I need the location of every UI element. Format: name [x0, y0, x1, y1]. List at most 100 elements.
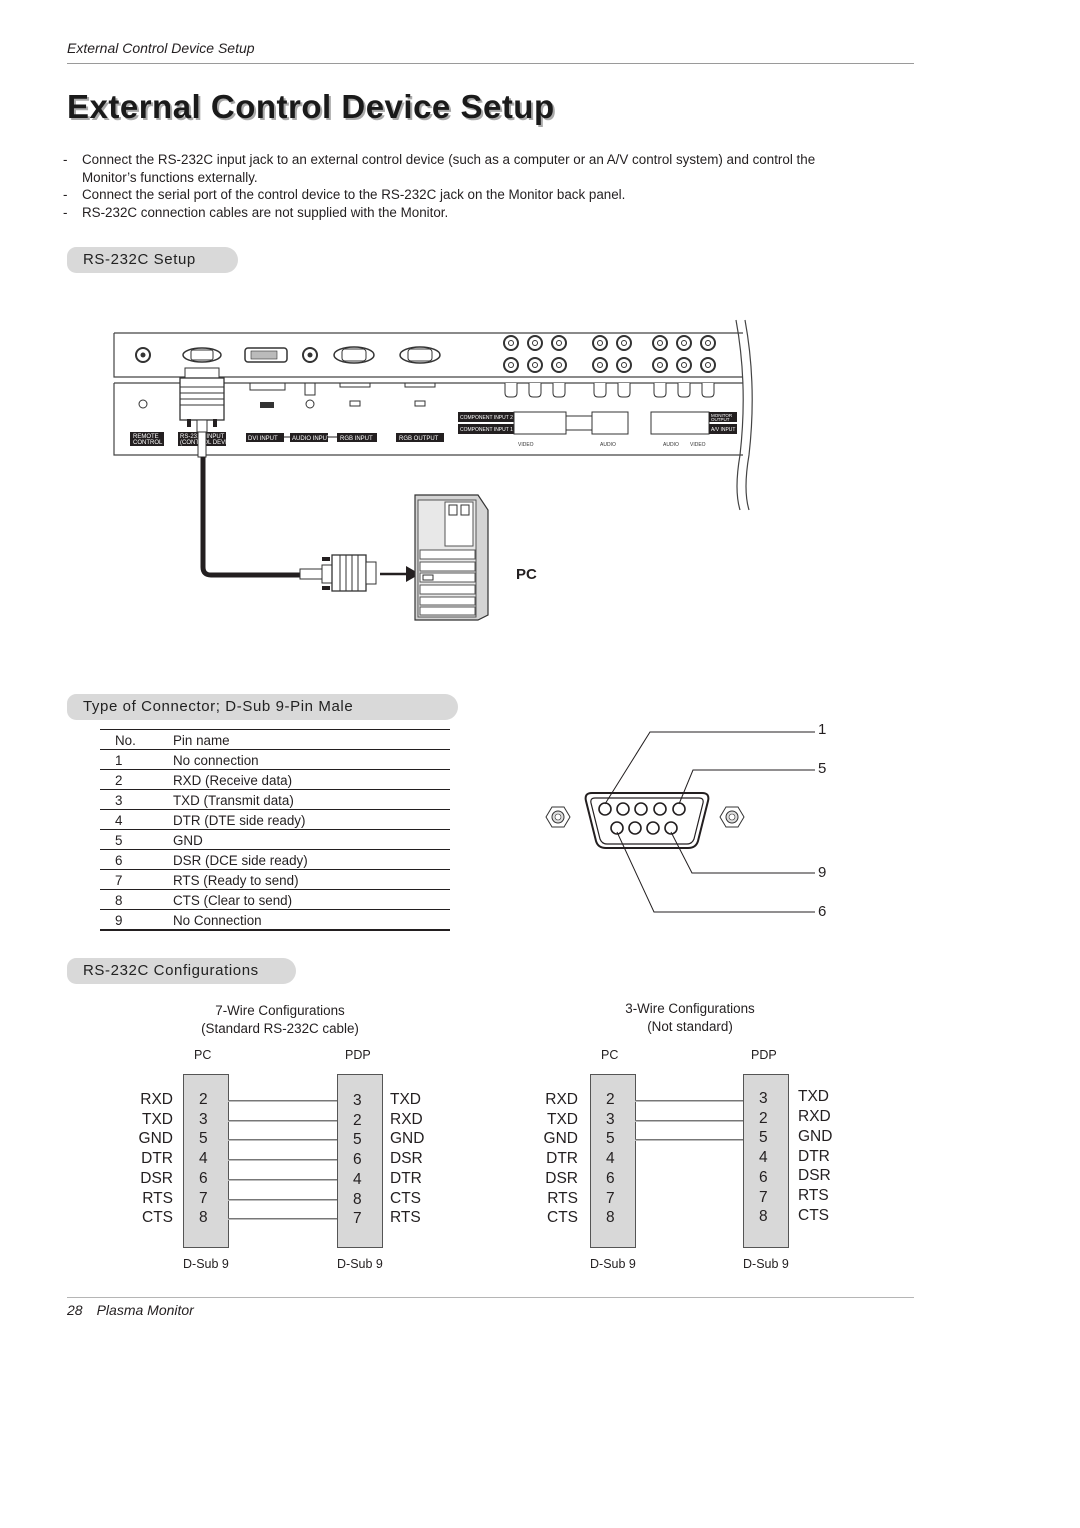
right-signal: RXD — [390, 1110, 423, 1128]
right-signal: GND — [390, 1130, 425, 1148]
right-pin: 2 — [759, 1109, 768, 1127]
right-foot: D-Sub 9 — [743, 1257, 789, 1271]
pin-table-row: 1 No connection — [100, 749, 450, 770]
db9-plug-icon — [299, 554, 377, 592]
rca-jack-group-icon — [503, 335, 716, 373]
wire — [635, 1100, 743, 1102]
svg-text:OUTPUT: OUTPUT — [711, 417, 730, 422]
header-rule — [67, 63, 914, 64]
pin-number: 5 — [100, 829, 173, 850]
right-pin: 6 — [353, 1151, 362, 1169]
pin-number: 7 — [100, 869, 173, 890]
left-pin: 7 — [606, 1189, 615, 1207]
pin-table: No. Pin name 1 No connection 2 RXD (Receive… — [100, 729, 450, 931]
left-pin: 3 — [606, 1110, 615, 1128]
pin-5-hole — [672, 802, 686, 816]
pin-number: 9 — [100, 909, 173, 931]
left-signal: DTR — [546, 1150, 578, 1168]
running-header: External Control Device Setup — [67, 40, 255, 56]
left-pin: 5 — [606, 1130, 615, 1148]
rs232-port-icon — [182, 347, 222, 363]
left-pin: 6 — [199, 1169, 208, 1187]
column-header-no: No. — [100, 729, 173, 750]
callout-pin-1: 1 — [818, 721, 827, 738]
left-pin: 5 — [199, 1130, 208, 1148]
left-head: PC — [601, 1048, 619, 1062]
right-foot: D-Sub 9 — [337, 1257, 383, 1271]
right-pin: 7 — [353, 1210, 362, 1228]
config-subtitle: (Standard RS-232C cable) — [201, 1020, 359, 1036]
svg-text:DVI INPUT: DVI INPUT — [248, 436, 278, 442]
right-pin: 5 — [759, 1129, 768, 1147]
pin-name: RTS (Ready to send) — [173, 869, 450, 890]
pin-name: DTR (DTE side ready) — [173, 809, 450, 830]
left-pin: 7 — [199, 1189, 208, 1207]
right-signal: DTR — [798, 1147, 830, 1165]
intro-bullets: Connect the RS-232C input jack to an ext… — [63, 151, 823, 221]
svg-text:COMPONENT INPUT 1: COMPONENT INPUT 1 — [460, 427, 513, 433]
wire — [228, 1100, 337, 1102]
right-pin: 6 — [759, 1168, 768, 1186]
left-foot: D-Sub 9 — [590, 1257, 636, 1271]
right-signal: DSR — [390, 1150, 423, 1168]
bullet-item: Connect the RS-232C input jack to an ext… — [63, 151, 823, 186]
config-subtitle: (Not standard) — [647, 1018, 733, 1034]
svg-text:AUDIO: AUDIO — [663, 442, 679, 448]
wire — [228, 1119, 337, 1122]
dsub9-connector-diagram — [545, 731, 815, 913]
left-signal: TXD — [142, 1110, 173, 1128]
pin-table-row: 8 CTS (Clear to send) — [100, 889, 450, 910]
remote-jack-icon — [135, 347, 151, 363]
svg-text:COMPONENT INPUT 2: COMPONENT INPUT 2 — [460, 415, 513, 421]
wire — [228, 1218, 337, 1221]
pin-table-row: 7 RTS (Ready to send) — [100, 869, 450, 890]
left-head: PC — [194, 1048, 212, 1062]
rgb-output-port-icon — [399, 346, 441, 364]
callout-pin-9: 9 — [818, 864, 827, 881]
left-foot: D-Sub 9 — [183, 1257, 229, 1271]
right-signal: CTS — [390, 1189, 421, 1207]
pin-table-row: 6 DSR (DCE side ready) — [100, 849, 450, 870]
pin-number: 2 — [100, 769, 173, 790]
dvi-port-icon — [244, 347, 288, 363]
rgb-input-port-icon — [333, 346, 375, 364]
left-pin: 2 — [199, 1091, 208, 1108]
right-pin: 8 — [353, 1190, 362, 1208]
footer-rule — [67, 1297, 914, 1298]
mount-nut-right-icon — [719, 806, 745, 828]
svg-text:CONTROL: CONTROL — [133, 440, 163, 446]
pin-table-row: 3 TXD (Transmit data) — [100, 789, 450, 810]
right-signal: TXD — [798, 1088, 829, 1106]
pin-table-header: No. Pin name — [100, 729, 450, 750]
pin-number: 6 — [100, 849, 173, 870]
section-heading-setup: RS-232C Setup — [67, 247, 238, 273]
pin-name: CTS (Clear to send) — [173, 889, 450, 910]
right-pin: 4 — [353, 1170, 362, 1188]
right-head: PDP — [751, 1048, 777, 1062]
wire — [635, 1119, 743, 1122]
left-signal: GND — [543, 1130, 578, 1148]
pin-name: No Connection — [173, 909, 450, 931]
page-title: External Control Device Setup — [67, 88, 555, 125]
left-signal: CTS — [142, 1209, 173, 1227]
right-pin: 2 — [353, 1111, 362, 1129]
right-signal: TXD — [390, 1091, 421, 1108]
svg-text:VIDEO: VIDEO — [690, 442, 706, 448]
mount-nut-left-icon — [545, 806, 571, 828]
right-pin: 3 — [353, 1092, 362, 1109]
pin-2-hole — [616, 802, 630, 816]
wire — [228, 1198, 337, 1201]
pin-8-hole — [646, 821, 660, 835]
back-panel-diagram: REMOTE CONTROL RS-232C INPUT (CONTROL DE… — [113, 319, 753, 621]
pin-name: RXD (Receive data) — [173, 769, 450, 790]
right-signal: DTR — [390, 1169, 422, 1187]
left-signal: DSR — [545, 1169, 578, 1187]
right-signal: RTS — [798, 1186, 829, 1204]
serial-cable — [200, 457, 300, 578]
left-pin: 3 — [199, 1110, 208, 1128]
config-title: 7-Wire Configurations — [215, 1003, 345, 1018]
wire — [228, 1178, 337, 1181]
callout-pin-5: 5 — [818, 760, 827, 777]
footer: 28 Plasma Monitor — [67, 1302, 194, 1318]
right-head: PDP — [345, 1048, 371, 1062]
